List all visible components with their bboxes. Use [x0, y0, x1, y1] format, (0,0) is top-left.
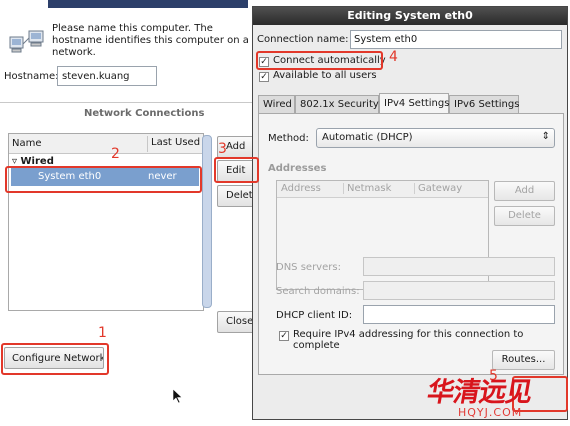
- dns-servers-label: DNS servers:: [276, 262, 341, 273]
- method-value: Automatic (DHCP): [322, 132, 413, 143]
- annotation-number: 1: [98, 325, 107, 341]
- tab-ipv4-settings[interactable]: IPv4 Settings: [379, 93, 449, 114]
- hostname-input[interactable]: [57, 66, 157, 86]
- annotation-number: 3: [218, 141, 227, 157]
- dhcp-client-id-input[interactable]: [363, 305, 555, 324]
- search-domains-label: Search domains:: [276, 286, 360, 297]
- watermark-logo: 华清远见 HQYJ.COM: [424, 370, 570, 426]
- annotation-box-row: [5, 166, 202, 193]
- list-scrollbar[interactable]: [202, 135, 212, 308]
- column-name[interactable]: Name: [12, 138, 42, 149]
- delete-address-button[interactable]: Delete: [494, 206, 555, 226]
- watermark-sub: HQYJ.COM: [458, 406, 523, 419]
- method-label: Method:: [268, 133, 309, 144]
- watermark-main: 华清远见: [424, 377, 535, 408]
- addresses-label: Addresses: [268, 163, 327, 174]
- hostname-label: Hostname:: [4, 71, 59, 82]
- dialog-title[interactable]: Editing System eth0: [253, 7, 567, 25]
- connection-name-label: Connection name:: [257, 34, 349, 45]
- tab-8021x-security[interactable]: 802.1x Security: [295, 95, 379, 113]
- ipv4-settings-panel: Method: Automatic (DHCP) ⇕ Addresses Add…: [258, 113, 564, 375]
- background-titlebar: [48, 0, 248, 8]
- mouse-pointer-icon: [172, 388, 183, 404]
- column-gateway: Gateway: [414, 183, 462, 194]
- available-all-users-label[interactable]: Available to all users: [273, 70, 377, 81]
- delete-button[interactable]: Delete: [217, 185, 257, 207]
- updown-arrows-icon: ⇕: [541, 131, 550, 142]
- annotation-number: 4: [389, 49, 398, 65]
- dns-servers-input[interactable]: [363, 257, 555, 276]
- method-select[interactable]: Automatic (DHCP) ⇕: [316, 128, 555, 148]
- list-header: Name Last Used: [9, 134, 203, 154]
- require-ipv4-checkbox[interactable]: ✓: [279, 331, 289, 341]
- annotation-box-edit: [214, 157, 259, 183]
- column-address: Address: [281, 183, 321, 194]
- column-last-used[interactable]: Last Used: [147, 136, 200, 152]
- available-all-users-checkbox[interactable]: ✓: [259, 72, 269, 82]
- intro-text: Please name this computer. The hostname …: [52, 23, 249, 58]
- settings-tabs: Wired 802.1x Security IPv4 Settings IPv6…: [258, 93, 566, 114]
- add-address-button[interactable]: Add: [494, 181, 555, 201]
- search-domains-input[interactable]: [363, 281, 555, 300]
- require-ipv4-label[interactable]: Require IPv4 addressing for this connect…: [293, 329, 563, 351]
- annotation-number: 2: [111, 146, 120, 162]
- addresses-header: Address Netmask Gateway: [277, 181, 488, 198]
- connection-name-input[interactable]: [350, 30, 562, 49]
- tab-ipv6-settings[interactable]: IPv6 Settings: [449, 95, 519, 113]
- dhcp-client-id-label: DHCP client ID:: [276, 310, 353, 321]
- routes-button[interactable]: Routes...: [492, 350, 555, 370]
- annotation-box-connect: [256, 51, 383, 70]
- close-button[interactable]: Close: [217, 311, 257, 333]
- column-netmask: Netmask: [343, 183, 391, 194]
- tab-wired[interactable]: Wired: [258, 95, 295, 113]
- annotation-box-configure: [1, 343, 109, 375]
- connections-list[interactable]: Name Last Used ▿ Wired System eth0 never: [8, 133, 204, 311]
- network-connections-title: Network Connections: [84, 108, 205, 119]
- network-computers-icon: [9, 30, 44, 53]
